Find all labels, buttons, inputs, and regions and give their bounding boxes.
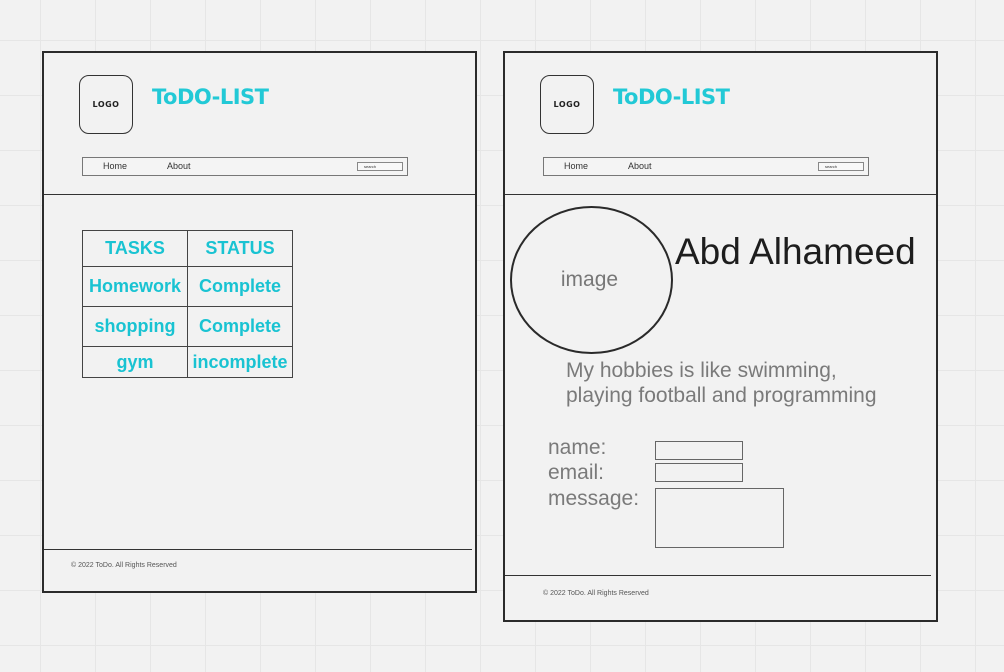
task-cell: Homework bbox=[82, 266, 188, 307]
nav-about-link[interactable]: About bbox=[167, 161, 191, 171]
profile-name: Abd Alhameed bbox=[675, 231, 916, 272]
navbar: Home About search bbox=[82, 157, 408, 176]
table-header-row: TASKS STATUS bbox=[82, 230, 293, 267]
email-field[interactable] bbox=[655, 463, 743, 482]
email-label: email: bbox=[548, 461, 605, 484]
tasks-table: TASKS STATUS Homework Complete shopping … bbox=[82, 230, 293, 378]
task-cell: gym bbox=[82, 346, 188, 378]
nav-home-link[interactable]: Home bbox=[103, 161, 127, 171]
image-label: image bbox=[560, 268, 619, 291]
bio-line: playing football and programming bbox=[566, 384, 877, 407]
table-row: gym incomplete bbox=[82, 346, 293, 378]
logo[interactable]: LOGO bbox=[540, 75, 594, 134]
bio-line: My hobbies is like swimming, bbox=[566, 359, 837, 382]
status-cell: incomplete bbox=[187, 346, 293, 378]
header-divider bbox=[44, 194, 475, 195]
message-label: message: bbox=[548, 487, 640, 510]
status-cell: Complete bbox=[187, 266, 293, 307]
footer-copyright: © 2022 ToDo. All Rights Reserved bbox=[71, 562, 177, 569]
nav-home-link[interactable]: Home bbox=[564, 161, 588, 171]
footer-copyright: © 2022 ToDo. All Rights Reserved bbox=[543, 590, 649, 597]
name-label: name: bbox=[548, 436, 607, 459]
profile-bio: My hobbies is like swimming, playing foo… bbox=[566, 358, 877, 408]
profile-image-placeholder: image bbox=[510, 206, 673, 354]
footer-divider bbox=[44, 549, 472, 550]
search-input[interactable]: search bbox=[357, 162, 403, 171]
table-row: Homework Complete bbox=[82, 266, 293, 307]
search-input[interactable]: search bbox=[818, 162, 864, 171]
status-column-header: STATUS bbox=[187, 230, 293, 267]
table-row: shopping Complete bbox=[82, 306, 293, 347]
navbar: Home About search bbox=[543, 157, 869, 176]
tasks-column-header: TASKS bbox=[82, 230, 188, 267]
header-divider bbox=[505, 194, 936, 195]
message-textarea[interactable] bbox=[655, 488, 784, 548]
footer-divider bbox=[505, 575, 931, 576]
task-cell: shopping bbox=[82, 306, 188, 347]
brand-title: ToDO-LIST bbox=[613, 85, 730, 109]
nav-about-link[interactable]: About bbox=[628, 161, 652, 171]
brand-title: ToDO-LIST bbox=[152, 85, 269, 109]
name-field[interactable] bbox=[655, 441, 743, 460]
status-cell: Complete bbox=[187, 306, 293, 347]
logo[interactable]: LOGO bbox=[79, 75, 133, 134]
